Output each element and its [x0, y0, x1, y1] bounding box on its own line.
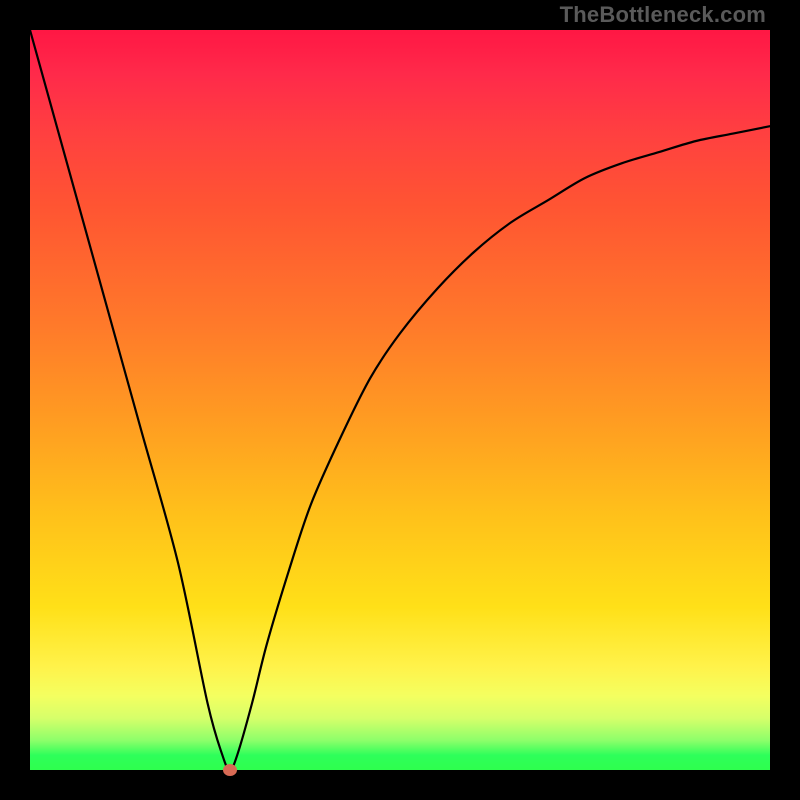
plot-area — [30, 30, 770, 770]
min-point-marker — [223, 764, 237, 776]
chart-frame: TheBottleneck.com — [0, 0, 800, 800]
curve-svg — [30, 30, 770, 770]
bottleneck-curve-path — [30, 30, 770, 770]
watermark-text: TheBottleneck.com — [560, 2, 766, 28]
